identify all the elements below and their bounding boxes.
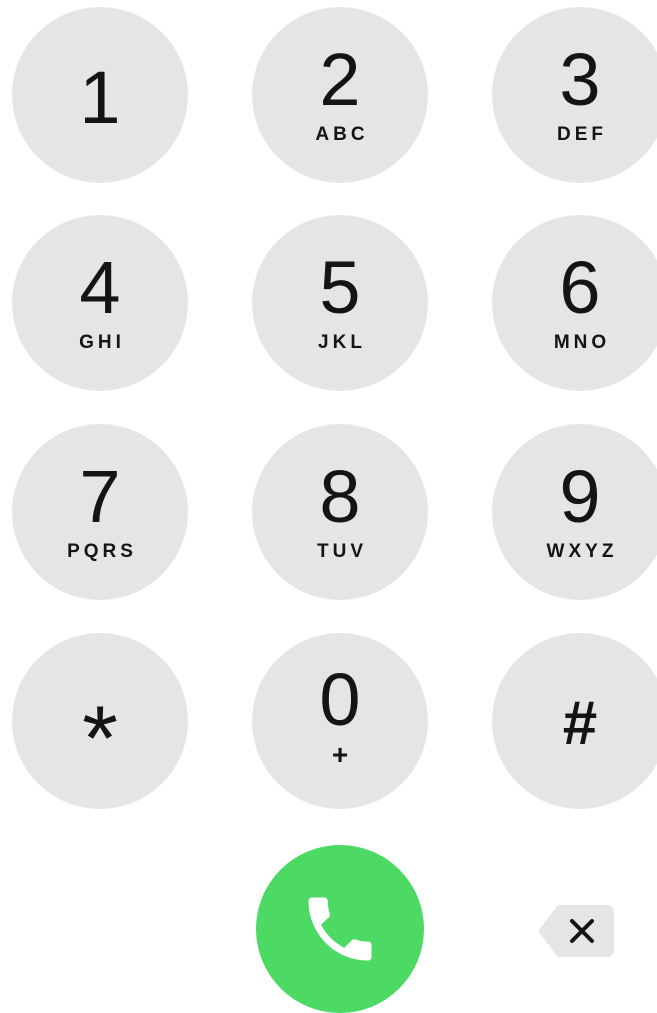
key-5[interactable]: 5 JKL xyxy=(252,215,428,391)
key-4[interactable]: 4 GHI xyxy=(12,215,188,391)
key-7[interactable]: 7 PQRS xyxy=(12,424,188,600)
key-digit: 3 xyxy=(559,38,601,121)
key-letters: DEF xyxy=(557,124,607,145)
key-digit: # xyxy=(562,689,598,758)
key-letters: + xyxy=(331,739,349,770)
key-digit: 0 xyxy=(319,658,361,741)
key-letters: PQRS xyxy=(67,541,137,562)
key-digit: 6 xyxy=(559,246,601,329)
key-9[interactable]: 9 WXYZ xyxy=(492,424,657,600)
key-letters: WXYZ xyxy=(546,541,618,562)
key-8[interactable]: 8 TUV xyxy=(252,424,428,600)
key-digit: 8 xyxy=(319,455,361,538)
key-letters: GHI xyxy=(79,332,125,353)
key-letters: TUV xyxy=(317,541,367,562)
key-1[interactable]: 1 xyxy=(12,7,188,183)
key-letters: MNO xyxy=(553,332,611,353)
key-digit: 1 xyxy=(79,56,121,139)
key-3[interactable]: 3 DEF xyxy=(492,7,657,183)
key-letters: ABC xyxy=(315,124,369,145)
dial-pad: 1 2 ABC 3 DEF 4 GHI 5 JKL 6 MNO 7 PQRS 8… xyxy=(0,0,657,1013)
backspace-icon xyxy=(538,905,614,957)
call-button[interactable] xyxy=(256,845,424,1013)
key-digit: 9 xyxy=(559,455,601,538)
key-0[interactable]: 0 + xyxy=(252,633,428,809)
delete-button[interactable] xyxy=(536,903,616,959)
key-star[interactable]: * xyxy=(12,633,188,809)
key-2[interactable]: 2 ABC xyxy=(252,7,428,183)
key-digit: 7 xyxy=(79,455,121,538)
key-digit: 4 xyxy=(79,246,121,329)
key-hash[interactable]: # xyxy=(492,633,657,809)
key-6[interactable]: 6 MNO xyxy=(492,215,657,391)
key-digit: * xyxy=(82,688,118,790)
phone-icon xyxy=(308,897,372,961)
key-digit: 5 xyxy=(319,246,361,329)
key-letters: JKL xyxy=(318,332,366,353)
key-digit: 2 xyxy=(319,38,361,121)
